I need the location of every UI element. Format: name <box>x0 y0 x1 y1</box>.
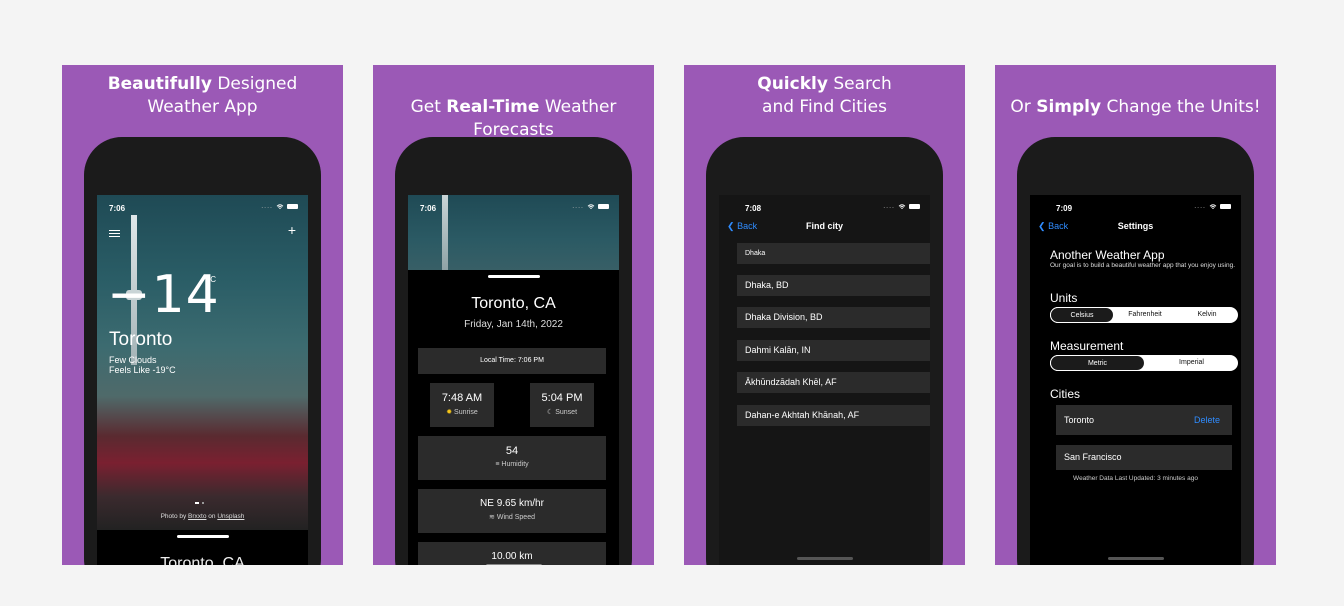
city-row[interactable]: San Francisco <box>1056 445 1232 470</box>
find-city-screen: 7:08 .... ❮ Back Find city Dhaka Dhaka, … <box>719 195 930 565</box>
list-item[interactable]: Dahan-e Akhtah Khānah, AF <box>737 405 930 426</box>
units-segmented-control: Celsius Fahrenheit Kelvin <box>1050 307 1238 323</box>
visibility-card: 10.00 km <box>418 542 606 565</box>
list-item[interactable]: Dahmi Kalān, IN <box>737 340 930 361</box>
unsplash-link[interactable]: Unsplash <box>217 513 244 520</box>
measurement-heading: Measurement <box>1050 339 1124 353</box>
battery-icon <box>909 204 920 209</box>
drag-handle[interactable] <box>488 275 540 278</box>
segment-celsius[interactable]: Celsius <box>1050 307 1114 323</box>
status-bar: 7:09 .... <box>1030 203 1241 216</box>
humidity-card: 54 ≡ Humidity <box>418 436 606 480</box>
promo-panel-3: Quickly Search and Find Cities 7:08 ....… <box>684 65 965 565</box>
city-search-input[interactable]: Dhaka <box>737 243 930 264</box>
sun-icon: ✹ <box>446 409 453 416</box>
add-city-icon[interactable]: + <box>288 222 296 238</box>
battery-icon <box>287 204 298 209</box>
promo-panel-2: Get Real-Time Weather Forecasts 7:06 ...… <box>373 65 654 565</box>
feels-like-text: Feels Like -19°C <box>109 365 176 375</box>
list-item[interactable]: Dhaka Division, BD <box>737 307 930 328</box>
status-bar: 7:06 .... <box>408 203 619 216</box>
city-title: Toronto, CA <box>471 295 556 312</box>
wifi-icon <box>587 203 595 209</box>
list-item[interactable]: Ākhūndzādah Khēl, AF <box>737 372 930 393</box>
measurement-segmented-control: Metric Imperial <box>1050 355 1238 371</box>
wifi-icon <box>898 203 906 209</box>
units-heading: Units <box>1050 291 1078 305</box>
city-name: Toronto <box>109 329 173 350</box>
date-text: Friday, Jan 14th, 2022 <box>464 319 563 330</box>
status-bar: 7:08 .... <box>719 203 930 216</box>
last-updated-text: Weather Data Last Updated: 3 minutes ago <box>1073 475 1198 482</box>
local-time-card: Local Time: 7:06 PM <box>418 348 606 374</box>
phone-frame: 7:06 .... + −14 °C Toronto Few Clouds Fe… <box>84 137 321 565</box>
nav-title: Find city <box>805 221 843 231</box>
wind-icon: ≋ <box>489 514 495 521</box>
wind-card: NE 9.65 km/hr ≋ Wind Speed <box>418 489 606 533</box>
phone-frame: 7:08 .... ❮ Back Find city Dhaka Dhaka, … <box>706 137 943 565</box>
sunset-card: 5:04 PM ☾ Sunset <box>530 383 594 427</box>
bottom-city-label: Toronto, CA <box>160 555 245 565</box>
delete-button[interactable]: Delete <box>1194 405 1220 435</box>
segment-kelvin[interactable]: Kelvin <box>1176 307 1238 323</box>
list-item[interactable]: Dhaka, BD <box>737 275 930 296</box>
app-name: Another Weather App <box>1050 248 1165 262</box>
nav-title: Settings <box>1117 221 1154 231</box>
panel-headline: Or Simply Change the Units! <box>1010 97 1261 117</box>
wifi-icon <box>1209 203 1217 209</box>
city-row[interactable]: Toronto Delete <box>1056 405 1232 435</box>
panel-headline: Get Real-Time Weather Forecasts <box>410 97 617 140</box>
drag-handle[interactable] <box>177 535 229 538</box>
weather-home-screen: 7:06 .... + −14 °C Toronto Few Clouds Fe… <box>97 195 308 565</box>
forecast-detail-screen: 7:06 .... Toronto, CA Friday, Jan 14th, … <box>408 195 619 565</box>
battery-icon <box>598 204 609 209</box>
author-link[interactable]: Brxxto <box>188 513 206 520</box>
phone-frame: 7:06 .... Toronto, CA Friday, Jan 14th, … <box>395 137 632 565</box>
sunrise-card: 7:48 AM ✹ Sunrise <box>430 383 494 427</box>
segment-metric[interactable]: Metric <box>1050 355 1145 371</box>
battery-icon <box>1220 204 1231 209</box>
moon-icon: ☾ <box>546 409 554 416</box>
temperature-value: −14 <box>107 265 220 325</box>
promo-panel-1: Beautifully Designed Weather App 7:06 ..… <box>62 65 343 565</box>
phone-frame: 7:09 .... ❮ Back Settings Another Weathe… <box>1017 137 1254 565</box>
temperature-unit: °C <box>207 275 216 284</box>
nav-bar: ❮ Back Settings <box>1030 221 1241 237</box>
settings-screen: 7:09 .... ❮ Back Settings Another Weathe… <box>1030 195 1241 565</box>
panel-headline: Quickly Search and Find Cities <box>757 74 892 117</box>
wifi-icon <box>276 203 284 209</box>
page-dots[interactable] <box>195 502 209 504</box>
menu-icon[interactable] <box>109 228 120 239</box>
cities-heading: Cities <box>1050 387 1081 401</box>
nav-bar: ❮ Back Find city <box>719 221 930 237</box>
app-description: Our goal is to build a beautiful weather… <box>1050 262 1236 269</box>
panel-headline: Beautifully Designed Weather App <box>107 74 298 117</box>
photo-credit: Photo by Brxxto on Unsplash <box>160 513 245 520</box>
status-bar: 7:06 .... <box>97 203 308 216</box>
promo-panel-4: Or Simply Change the Units! 7:09 .... ❮ … <box>995 65 1276 565</box>
segment-fahrenheit[interactable]: Fahrenheit <box>1114 307 1176 323</box>
humidity-icon: ≡ <box>495 461 500 468</box>
segment-imperial[interactable]: Imperial <box>1145 355 1238 371</box>
condition-text: Few Clouds <box>109 355 157 365</box>
